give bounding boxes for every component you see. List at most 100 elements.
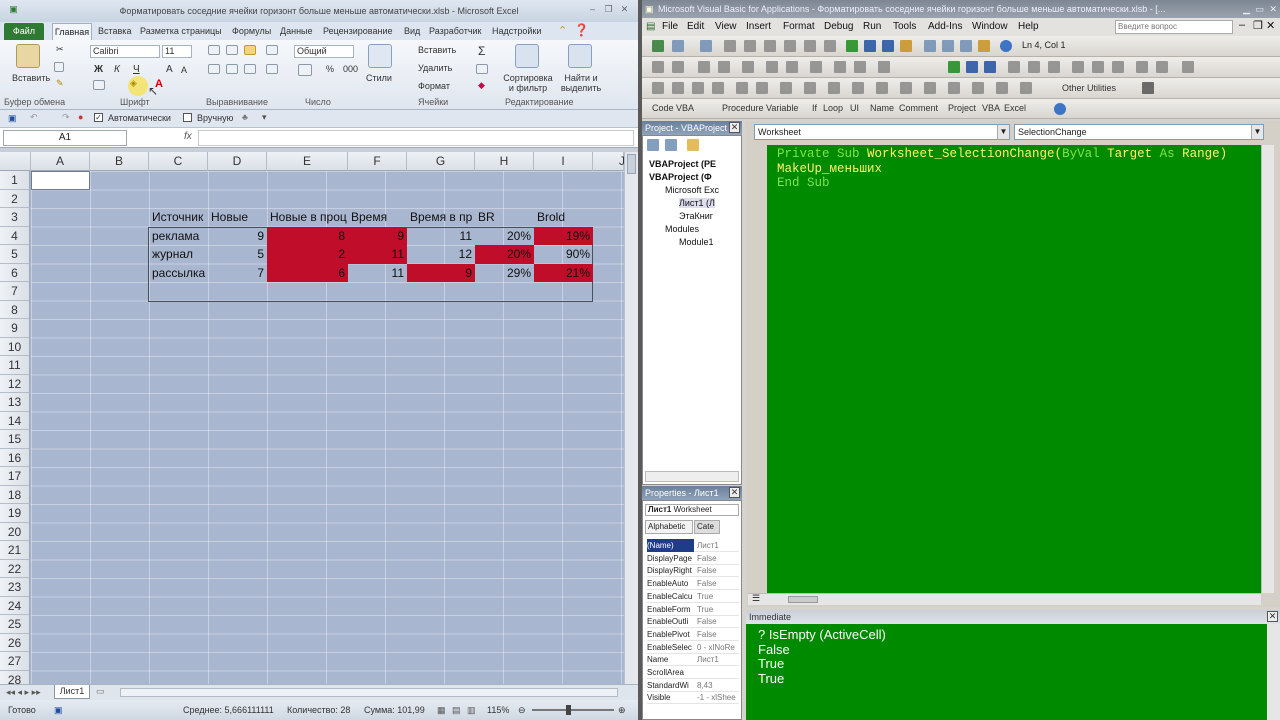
util-icon-14[interactable] (948, 82, 960, 94)
vertical-scrollbar[interactable] (624, 152, 638, 684)
close-icon[interactable]: ✕ (619, 4, 630, 15)
run-icon[interactable] (846, 40, 858, 52)
tab-formulas[interactable]: Формулы (232, 26, 271, 36)
property-row[interactable]: EnableSelec 0 - xlNoRe (647, 641, 739, 654)
util-icon-6[interactable] (756, 82, 768, 94)
property-value[interactable]: 8,43 (697, 679, 741, 692)
mdi-close-icon[interactable]: ✕ (1266, 19, 1275, 32)
zoom-slider-thumb[interactable] (566, 705, 571, 715)
cell-grid[interactable]: Источник Новые Новые в проц Время Время в пр… (31, 171, 624, 684)
save-icon[interactable]: ▣ (8, 113, 17, 124)
object-browser-icon[interactable] (960, 40, 972, 52)
toolbox-icon[interactable] (978, 40, 990, 52)
table-cell[interactable]: 29% (475, 264, 534, 283)
table-cell[interactable]: 6 (267, 263, 348, 282)
tree-modules[interactable]: Modules (665, 224, 699, 234)
row-header[interactable]: 1 (0, 171, 30, 190)
immediate-close-icon[interactable]: ✕ (1267, 611, 1278, 622)
new-sheet-icon[interactable]: ▭ (96, 686, 105, 697)
menu-file[interactable]: File (662, 21, 678, 32)
util-icon-11[interactable] (876, 82, 888, 94)
vba-save-icon[interactable] (700, 40, 712, 52)
view-layout-icon[interactable]: ▤ (452, 705, 461, 716)
code-hscroll-thumb[interactable] (788, 596, 818, 603)
vba-restore-icon[interactable]: ▭ (1255, 0, 1264, 18)
property-row[interactable]: EnableCalcu True (647, 590, 739, 603)
toolbar-procedure[interactable]: Procedure (722, 103, 764, 113)
bookmark-icon[interactable] (878, 61, 890, 73)
excel-app-icon[interactable]: ▣ (8, 4, 19, 15)
menu-debug[interactable]: Debug (824, 21, 853, 32)
immediate-window[interactable]: ? IsEmpty (ActiveCell) False True True (746, 624, 1280, 720)
row-header[interactable]: 10 (0, 337, 30, 356)
toggle-breakpoint-icon[interactable] (810, 61, 822, 73)
table-header-cell[interactable]: Время (348, 208, 407, 227)
minimize-icon[interactable]: – (587, 4, 598, 15)
menu-run[interactable]: Run (863, 21, 881, 32)
tab-review[interactable]: Рецензирование (323, 26, 393, 36)
align-middle-icon[interactable] (226, 45, 238, 55)
step-run-icon[interactable] (948, 61, 960, 73)
tab-view[interactable]: Вид (404, 26, 420, 36)
property-row[interactable]: EnableAuto False (647, 577, 739, 591)
toolbar-vba[interactable]: VBA (982, 103, 1000, 113)
vertical-scroll-thumb[interactable] (627, 154, 636, 174)
qat-extra-icon[interactable]: ♣ (242, 112, 248, 122)
view-normal-icon[interactable]: ▦ (437, 705, 446, 716)
row-header[interactable]: 12 (0, 374, 30, 393)
property-row[interactable]: Name Лист1 (647, 653, 739, 667)
grow-font-icon[interactable]: A (166, 64, 173, 75)
styles-icon[interactable] (368, 44, 392, 68)
watch-window-icon[interactable] (1112, 61, 1124, 73)
qat-customize-icon[interactable]: ▾ (262, 112, 267, 123)
sort-filter-icon[interactable] (515, 44, 539, 68)
menu-help[interactable]: Help (1018, 21, 1039, 32)
paste-button[interactable]: Вставить (12, 73, 50, 83)
property-row[interactable]: EnablePivot False (647, 628, 739, 641)
column-header[interactable]: G (407, 152, 475, 171)
indent-icon[interactable] (766, 61, 778, 73)
tab-addins[interactable]: Надстройки (492, 26, 541, 36)
wrap-text-icon[interactable] (266, 64, 278, 74)
toolbar-name[interactable]: Name (870, 103, 894, 113)
locals-icon[interactable] (1072, 61, 1084, 73)
util-icon-3[interactable] (692, 82, 704, 94)
comma-style-icon[interactable]: 000 (343, 64, 358, 74)
copy-icon[interactable] (54, 62, 64, 72)
util-icon-17[interactable] (1020, 82, 1032, 94)
view-code-icon[interactable] (647, 139, 659, 151)
help-icon[interactable]: ❓ (574, 23, 589, 37)
row-header[interactable]: 8 (0, 300, 30, 319)
tree-vbaproject-f[interactable]: VBAProject (Ф (649, 172, 712, 182)
sheet-nav-icon[interactable]: ◂◂ ◂ ▸ ▸▸ (6, 687, 41, 698)
table-cell[interactable]: 9 (407, 263, 475, 282)
auto-checkbox[interactable]: ✓ (94, 113, 103, 122)
chevron-down-icon[interactable]: ▼ (997, 125, 1009, 139)
row-header[interactable]: 28 (0, 670, 30, 684)
properties-object-select[interactable]: Лист1 Worksheet (645, 504, 739, 516)
menu-view[interactable]: View (715, 21, 737, 32)
toolbar-loop[interactable]: Loop (823, 103, 843, 113)
formula-input[interactable] (198, 130, 634, 146)
table-header-cell[interactable]: BR (475, 208, 534, 227)
column-header[interactable]: B (90, 152, 149, 171)
tab-categorized[interactable]: Cate (694, 520, 720, 534)
util-icon-12[interactable] (900, 82, 912, 94)
view-excel-icon[interactable] (652, 40, 664, 52)
table-cell[interactable]: 8 (267, 226, 348, 245)
menu-tools[interactable]: Tools (893, 21, 916, 32)
cut-icon[interactable]: ✂ (56, 44, 64, 55)
vba-help-icon[interactable] (1000, 40, 1012, 52)
code-editor[interactable]: Private Sub Worksheet_SelectionChange(By… (767, 145, 1261, 593)
tab-home[interactable]: Главная (52, 23, 92, 40)
delete-cells-button[interactable]: Удалить (418, 63, 452, 73)
autosum-icon[interactable]: Σ (478, 44, 485, 58)
project-explorer-icon[interactable] (924, 40, 936, 52)
menu-edit[interactable]: Edit (687, 21, 704, 32)
comment-block-icon[interactable] (834, 61, 846, 73)
tree-sheet1[interactable]: Лист1 (Л (679, 198, 715, 208)
table-cell[interactable]: 19% (534, 226, 593, 245)
table-cell[interactable]: 11 (348, 245, 407, 264)
align-top-icon[interactable] (208, 45, 220, 55)
tree-thisworkbook[interactable]: ЭтаКниг (679, 211, 713, 221)
